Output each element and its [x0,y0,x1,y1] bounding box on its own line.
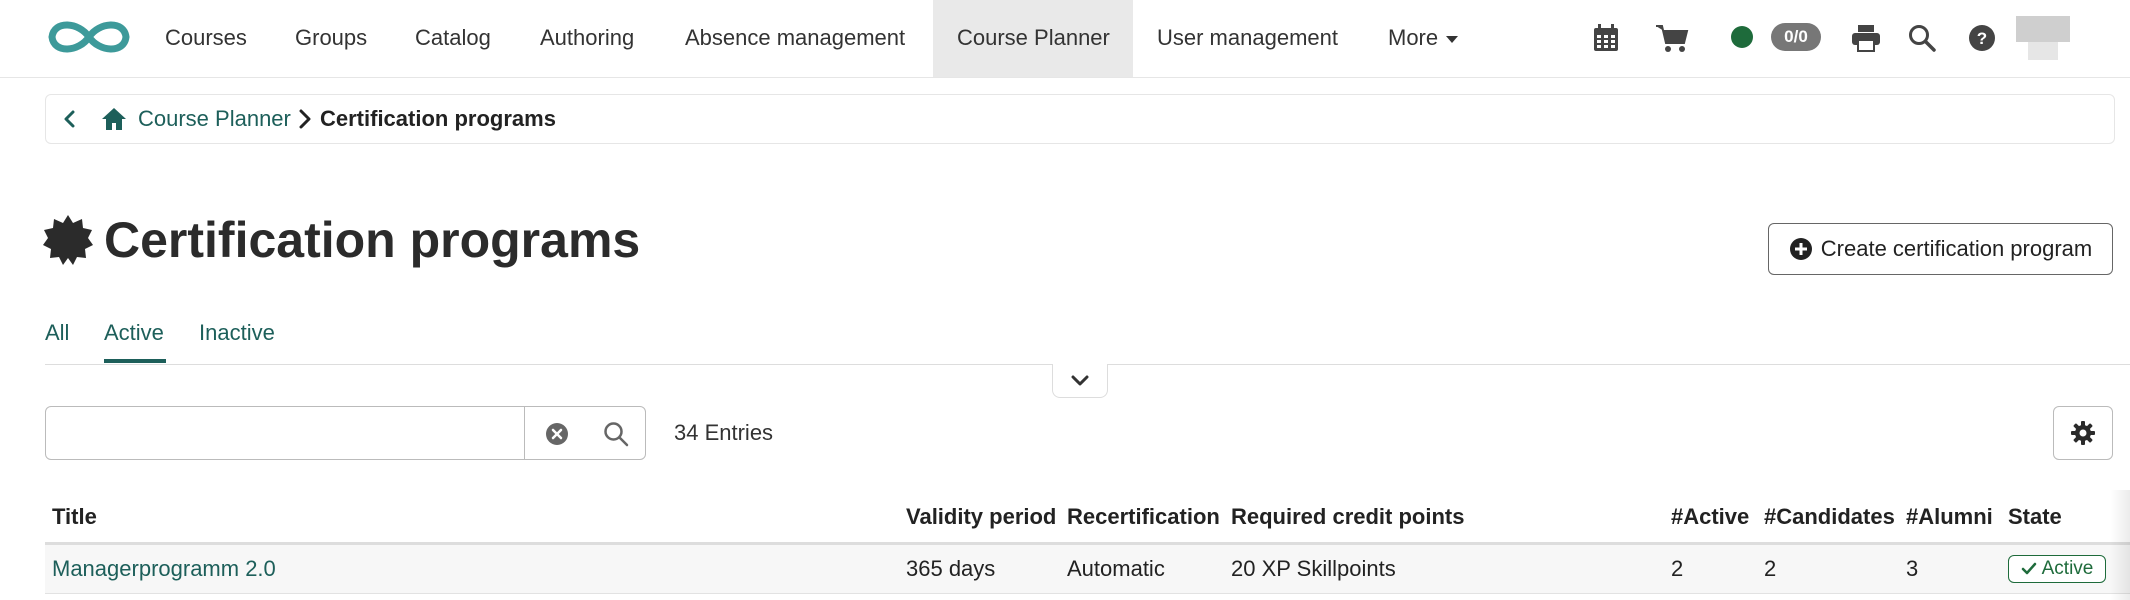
cell-alumni-count: 3 [1906,556,1919,581]
logo-icon[interactable] [46,14,132,60]
breadcrumb-current: Certification programs [320,106,556,131]
home-icon[interactable] [101,106,127,132]
entries-count: 34 Entries [674,420,774,445]
nav-groups[interactable]: Groups [295,0,367,77]
user-avatar[interactable] [2014,14,2072,66]
breadcrumb-link-course-planner[interactable]: Course Planner [138,95,291,143]
tab-all[interactable]: All [45,318,69,348]
cell-candidates-count: 2 [1764,556,1777,581]
gear-icon [2071,421,2095,445]
back-chevron-icon[interactable] [58,107,82,131]
status-badge-label: Active [2041,558,2094,579]
chevron-down-icon [1071,375,1089,385]
cell-credit-points: 20 XP Skillpoints [1231,556,1396,581]
column-header-active[interactable]: #Active [1671,502,1749,532]
online-status-dot[interactable] [1731,26,1753,48]
create-certification-program-button[interactable]: Create certification program [1768,223,2113,275]
calendar-icon[interactable] [1586,18,1626,58]
nav-absence-management[interactable]: Absence management [685,0,905,77]
notification-badge[interactable]: 0/0 [1771,23,1821,51]
column-header-validity-period[interactable]: Validity period [906,502,1056,532]
column-header-recertification[interactable]: Recertification [1067,502,1220,532]
column-header-state[interactable]: State [2008,502,2062,532]
nav-more[interactable]: More [1388,0,1459,77]
print-icon[interactable] [1846,18,1886,58]
svg-text:?: ? [1977,29,1987,48]
cell-recertification: Automatic [1067,556,1165,581]
page-title: Certification programs [104,212,641,268]
clear-search-icon[interactable] [545,422,569,446]
certificate-seal-icon [43,215,93,265]
nav-courses[interactable]: Courses [165,0,247,77]
nav-authoring[interactable]: Authoring [540,0,634,77]
program-title-link[interactable]: Managerprogramm 2.0 [52,554,276,584]
breadcrumb: Course Planner Certification programs [45,94,2115,144]
nav-catalog[interactable]: Catalog [415,0,491,77]
caret-down-icon [1446,35,1459,43]
cell-active-count: 2 [1671,556,1684,581]
search-tools [524,406,646,460]
active-tab-indicator [104,359,166,363]
table-settings-button[interactable] [2053,406,2113,460]
status-badge: Active [2008,555,2106,583]
nav-course-planner[interactable]: Course Planner [933,0,1133,77]
check-icon [2021,562,2036,575]
filter-toggle-button[interactable] [1052,364,1108,398]
create-button-label: Create certification program [1820,236,2093,261]
nav-more-label: More [1388,25,1439,50]
column-header-alumni[interactable]: #Alumni [1906,502,1993,532]
plus-circle-icon [1789,238,1812,260]
tab-active[interactable]: Active [104,318,164,348]
cart-icon[interactable] [1652,18,1692,58]
column-header-title[interactable]: Title [52,502,97,532]
column-header-required-credit-points[interactable]: Required credit points [1231,502,1464,532]
help-icon[interactable]: ? [1962,18,2002,58]
horizontal-scroll-shadow [2110,490,2130,600]
chevron-right-icon [299,109,311,129]
column-header-candidates[interactable]: #Candidates [1764,502,1895,532]
nav-user-management[interactable]: User management [1157,0,1338,77]
top-navbar: Courses Groups Catalog Authoring Absence… [0,0,2130,78]
cell-validity-period: 365 days [906,556,996,581]
search-input[interactable] [45,406,525,460]
search-submit-icon[interactable] [603,421,629,447]
search-icon[interactable] [1902,18,1942,58]
tab-inactive[interactable]: Inactive [199,318,275,348]
